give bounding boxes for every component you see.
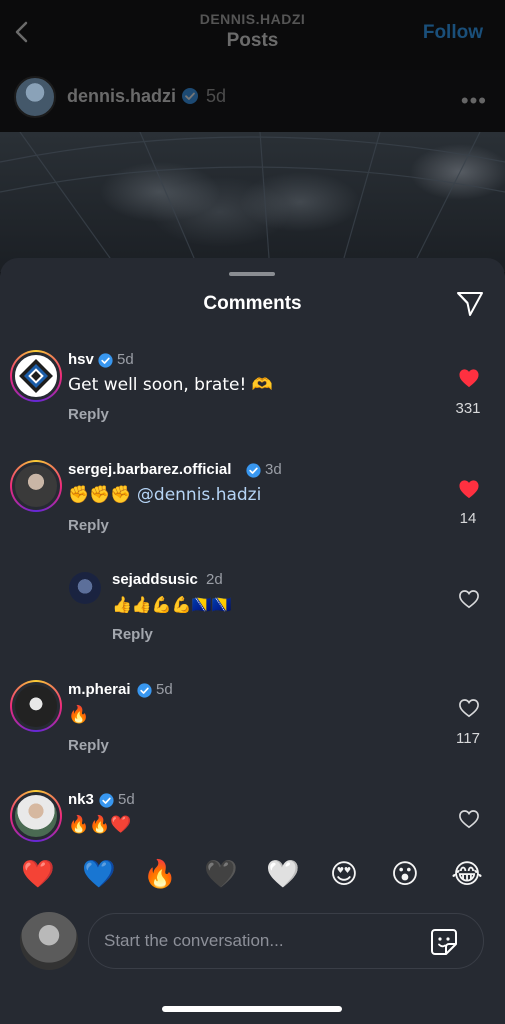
- avatar[interactable]: [10, 460, 62, 512]
- reply-button[interactable]: Reply: [68, 737, 109, 754]
- follow-button[interactable]: Follow: [423, 22, 483, 44]
- heart-filled-icon[interactable]: [458, 368, 480, 388]
- avatar[interactable]: [69, 572, 101, 604]
- comment-text: 🔥🔥❤️: [68, 815, 132, 835]
- comment-reply-item: sejaddsusic 2d 👍👍💪💪🇧🇦🇧🇦 Reply: [0, 570, 505, 650]
- comment-text: Get well soon, brate! 🫶: [68, 375, 273, 395]
- reaction-blue-heart[interactable]: 💙: [82, 858, 116, 892]
- comment-item: hsv 5d Get well soon, brate! 🫶 Reply 331: [0, 350, 505, 430]
- reaction-surprised[interactable]: 😮: [388, 858, 422, 892]
- comment-text: 👍👍💪💪🇧🇦🇧🇦: [112, 595, 232, 614]
- reply-button[interactable]: Reply: [68, 406, 109, 423]
- heart-outline-icon[interactable]: [458, 589, 480, 609]
- home-indicator: [162, 1006, 342, 1012]
- avatar[interactable]: [10, 680, 62, 732]
- like-count: 331: [455, 400, 481, 417]
- post-image: [0, 132, 505, 272]
- current-user-avatar: [20, 912, 78, 970]
- comment-time: 3d: [265, 461, 282, 478]
- top-bar: DENNIS.HADZI Posts Follow: [0, 0, 505, 70]
- drag-handle[interactable]: [229, 272, 275, 276]
- like-count: 14: [459, 510, 477, 527]
- comment-item: m.pherai 5d 🔥 Reply 117: [0, 680, 505, 760]
- verified-badge-icon: [182, 88, 198, 104]
- stadium-roof-graphic: [0, 132, 505, 272]
- comments-title: Comments: [203, 293, 302, 314]
- quick-reactions-bar: ❤️ 💙 🔥 🖤 🤍 😍 😮 😂: [0, 858, 505, 894]
- comment-text-emoji: ✊✊✊: [68, 485, 137, 505]
- verified-badge-icon: [98, 353, 113, 368]
- heart-outline-icon[interactable]: [458, 809, 480, 829]
- sticker-icon[interactable]: [429, 927, 459, 957]
- avatar[interactable]: [10, 350, 62, 402]
- hsv-logo-icon: [19, 359, 53, 393]
- comment-text: 🔥: [68, 705, 90, 725]
- post-time: 5d: [206, 86, 227, 106]
- comment-username[interactable]: m.pherai: [68, 681, 131, 698]
- reaction-heart-eyes[interactable]: 😍: [327, 858, 361, 892]
- reaction-red-heart[interactable]: ❤️: [21, 858, 55, 892]
- comment-time: 5d: [156, 681, 173, 698]
- reaction-tears-of-joy[interactable]: 😂: [450, 858, 484, 892]
- reaction-fire[interactable]: 🔥: [143, 858, 177, 892]
- comment-input[interactable]: [104, 914, 424, 968]
- verified-badge-icon: [246, 463, 261, 478]
- comment-time: 5d: [117, 351, 134, 368]
- comment-username[interactable]: hsv: [68, 351, 94, 368]
- comment-item: nk3 5d 🔥🔥❤️: [0, 790, 505, 842]
- verified-badge-icon: [137, 683, 152, 698]
- comment-item: sergej.barbarez.official 3d ✊✊✊ @dennis.…: [0, 460, 505, 540]
- comment-time: 2d: [206, 571, 223, 588]
- comment-composer: [88, 913, 484, 969]
- comment-time: 5d: [118, 791, 135, 808]
- comment-username[interactable]: nk3: [68, 791, 94, 808]
- reply-button[interactable]: Reply: [68, 517, 109, 534]
- heart-outline-icon[interactable]: [458, 698, 480, 718]
- comment-username[interactable]: sejaddsusic: [112, 571, 198, 588]
- share-send-icon[interactable]: [455, 290, 485, 318]
- more-options-icon[interactable]: •••: [461, 88, 487, 114]
- reaction-white-heart[interactable]: 🤍: [266, 858, 300, 892]
- avatar[interactable]: [10, 790, 62, 842]
- post-author-username[interactable]: dennis.hadzi: [67, 86, 176, 107]
- reaction-black-heart[interactable]: 🖤: [204, 858, 238, 892]
- like-count: 117: [456, 730, 480, 747]
- verified-badge-icon: [99, 793, 114, 808]
- comment-username[interactable]: sergej.barbarez.official: [68, 461, 231, 478]
- heart-filled-icon[interactable]: [458, 479, 480, 499]
- reply-button[interactable]: Reply: [112, 626, 153, 643]
- post-header: dennis.hadzi 5d •••: [0, 70, 505, 132]
- post-author-avatar[interactable]: [14, 76, 56, 118]
- comment-text: ✊✊✊ @dennis.hadzi: [68, 485, 261, 505]
- mention-link[interactable]: @dennis.hadzi: [137, 485, 261, 505]
